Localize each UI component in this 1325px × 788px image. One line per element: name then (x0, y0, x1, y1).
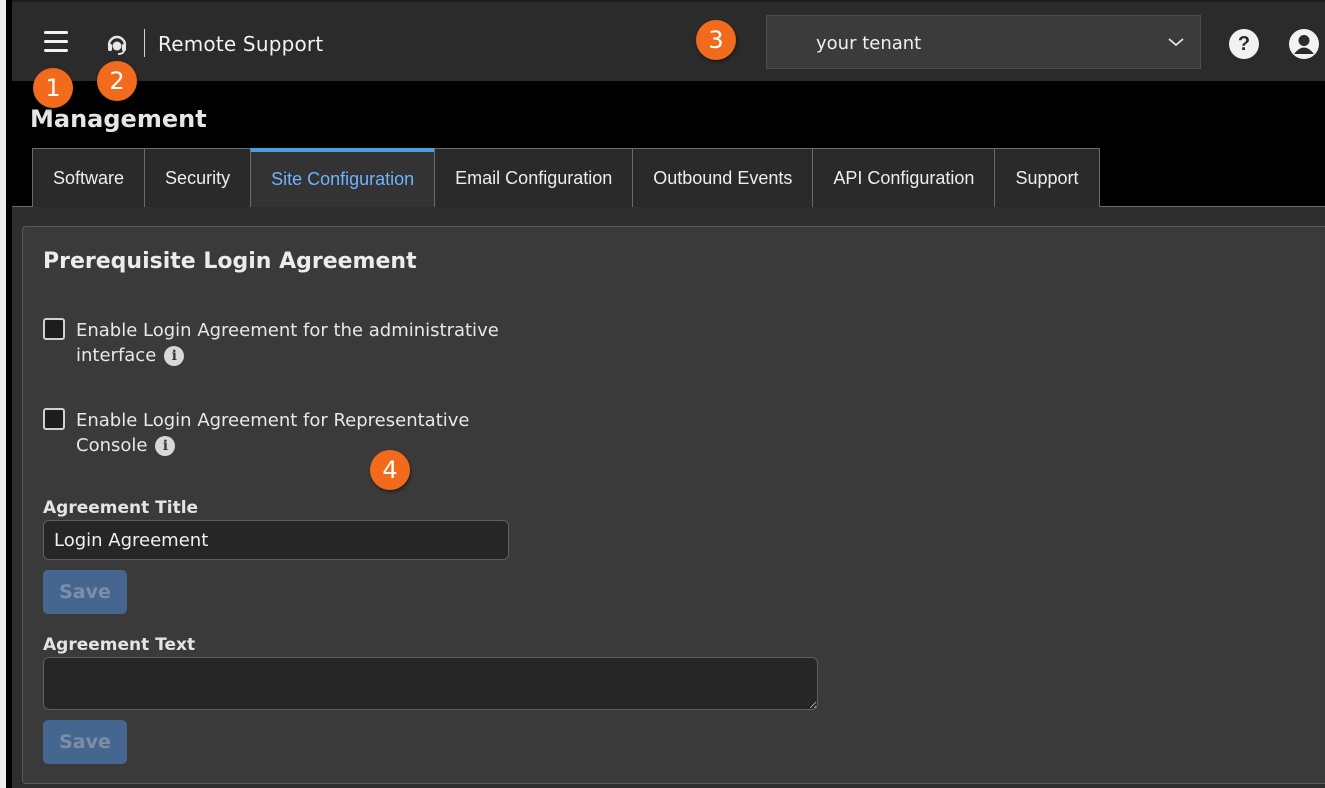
tab-api-configuration[interactable]: API Configuration (812, 148, 996, 207)
hamburger-menu-icon[interactable] (44, 31, 68, 53)
info-icon[interactable]: i (155, 436, 176, 456)
tab-software[interactable]: Software (32, 148, 146, 207)
agreement-title-label: Agreement Title (43, 498, 199, 518)
save-title-button[interactable]: Save (43, 570, 127, 614)
panel-title: Prerequisite Login Agreement (43, 249, 417, 274)
tab-email-configuration[interactable]: Email Configuration (434, 148, 634, 207)
admin-agreement-label-line1: Enable Login Agreement for the administr… (76, 320, 499, 341)
title-divider (144, 29, 145, 57)
console-agreement-checkbox[interactable] (43, 408, 65, 430)
admin-agreement-label-line2: interface (76, 345, 157, 366)
callout-4: 4 (370, 450, 410, 490)
login-agreement-panel: Prerequisite Login Agreement Enable Logi… (22, 226, 1325, 784)
admin-agreement-checkbox[interactable] (43, 318, 65, 340)
help-icon[interactable]: ? (1229, 29, 1259, 59)
agreement-text-area[interactable] (43, 657, 818, 710)
admin-agreement-row: Enable Login Agreement for the administr… (43, 318, 503, 368)
app-title: Remote Support (158, 32, 324, 56)
agreement-title-input[interactable] (43, 520, 509, 560)
callout-2: 2 (97, 61, 137, 101)
tenant-select[interactable]: your tenant (766, 15, 1201, 69)
tab-bar: Software Security Site Configuration Ema… (32, 148, 1100, 207)
tenant-select-value: your tenant (816, 33, 922, 54)
console-agreement-label-line1: Enable Login Agreement for Representativ… (76, 410, 470, 431)
agreement-text-label: Agreement Text (43, 635, 196, 655)
top-bar: Remote Support your tenant ? (12, 0, 1325, 81)
app-window: Remote Support your tenant ? 1 2 3 Manag… (0, 0, 1325, 788)
page-title: Management (30, 105, 207, 133)
admin-agreement-label: Enable Login Agreement for the administr… (76, 318, 499, 368)
chevron-down-icon (1168, 38, 1184, 47)
save-text-button[interactable]: Save (43, 720, 127, 764)
callout-1: 1 (33, 68, 73, 108)
console-agreement-row: Enable Login Agreement for Representativ… (43, 408, 503, 458)
tab-security[interactable]: Security (144, 148, 252, 207)
console-agreement-label: Enable Login Agreement for Representativ… (76, 408, 470, 458)
tab-outbound-events[interactable]: Outbound Events (632, 148, 814, 207)
callout-3: 3 (696, 20, 736, 60)
console-agreement-label-line2: Console (76, 435, 148, 456)
info-icon[interactable]: i (164, 346, 185, 366)
tab-site-configuration[interactable]: Site Configuration (250, 148, 436, 207)
user-account-icon[interactable] (1289, 29, 1319, 59)
tab-support[interactable]: Support (994, 148, 1100, 207)
headset-logo-icon (107, 35, 127, 55)
